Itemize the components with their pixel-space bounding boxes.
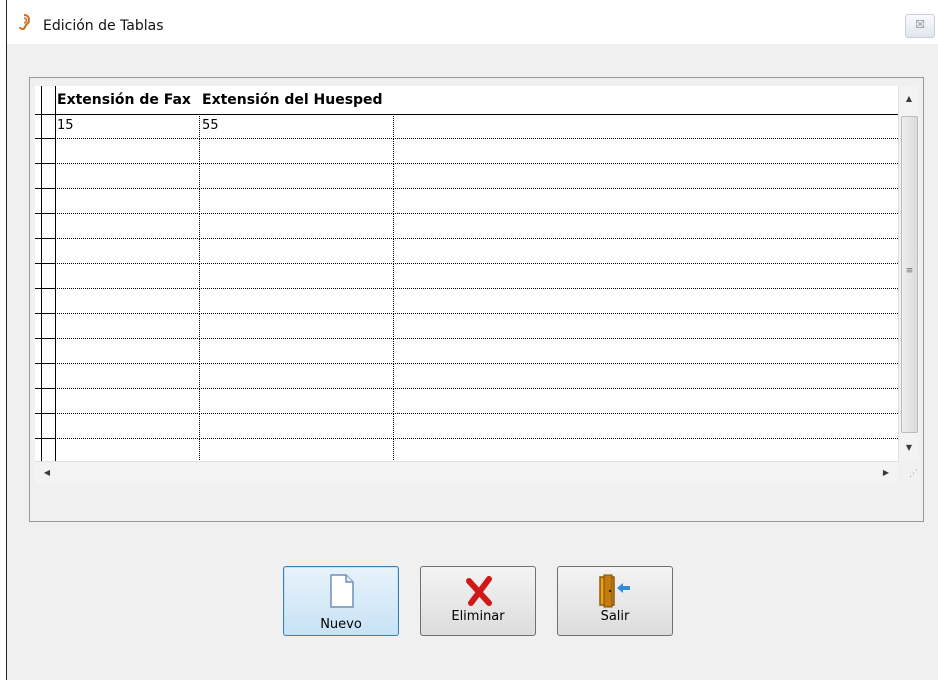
cell-extension-huesped[interactable] xyxy=(200,139,394,164)
cell-extension-huesped[interactable] xyxy=(200,239,394,264)
table-row[interactable] xyxy=(55,289,898,314)
table-row[interactable] xyxy=(55,339,898,364)
cell-extension-fax[interactable] xyxy=(55,139,200,164)
cell-extension-fax[interactable] xyxy=(55,439,200,461)
table-row[interactable] xyxy=(55,389,898,414)
window-title: Edición de Tablas xyxy=(43,18,164,34)
eliminar-label: Eliminar xyxy=(451,609,505,624)
exit-door-icon xyxy=(599,574,630,608)
grip-icon: ≡ xyxy=(905,266,914,276)
table-row[interactable] xyxy=(55,164,898,189)
cell-extension-fax[interactable]: 15 xyxy=(55,114,200,139)
row-indicator-column xyxy=(35,86,56,461)
row-indicator-line xyxy=(35,438,55,439)
cell-extension-huesped[interactable]: 55 xyxy=(200,114,394,139)
cell-extension-huesped[interactable] xyxy=(200,214,394,239)
resize-grip-icon: ⋰ xyxy=(898,461,918,483)
new-document-icon xyxy=(330,574,354,608)
row-indicator-line xyxy=(35,288,55,289)
cell-extension-huesped[interactable] xyxy=(200,439,394,461)
column-header-extension-huesped[interactable]: Extensión del Huesped xyxy=(200,86,396,114)
title-bar: Edición de Tablas ☒ xyxy=(6,0,938,44)
table-row[interactable] xyxy=(55,314,898,339)
salir-label: Salir xyxy=(600,609,630,624)
red-x-delete-icon xyxy=(466,576,492,606)
cell-extension-huesped[interactable] xyxy=(200,289,394,314)
close-icon: ☒ xyxy=(915,18,925,31)
column-header-extension-fax[interactable]: Extensión de Fax xyxy=(55,86,200,114)
table-row[interactable] xyxy=(55,239,898,264)
table-row[interactable] xyxy=(55,189,898,214)
grid-header: Extensión de Fax Extensión del Huesped xyxy=(35,86,898,115)
row-indicator-line xyxy=(35,388,55,389)
salir-button[interactable]: Salir xyxy=(557,566,673,636)
close-button[interactable]: ☒ xyxy=(905,14,935,38)
cell-extension-fax[interactable] xyxy=(55,389,200,414)
window-content: Extensión de Fax Extensión del Huesped 1… xyxy=(6,44,938,680)
cell-extension-fax[interactable] xyxy=(55,164,200,189)
cell-extension-fax[interactable] xyxy=(55,189,200,214)
cell-extension-huesped[interactable] xyxy=(200,364,394,389)
cell-extension-fax[interactable] xyxy=(55,314,200,339)
table-row[interactable] xyxy=(55,414,898,439)
row-indicator-line xyxy=(35,138,55,139)
nuevo-button[interactable]: Nuevo xyxy=(283,566,399,636)
table-row[interactable] xyxy=(55,264,898,289)
row-indicator-line xyxy=(35,188,55,189)
table-row[interactable] xyxy=(55,139,898,164)
data-grid[interactable]: Extensión de Fax Extensión del Huesped 1… xyxy=(35,86,898,461)
horizontal-scrollbar[interactable]: ◀ ▶ xyxy=(35,461,898,484)
row-indicator-line xyxy=(35,263,55,264)
row-indicator-line xyxy=(35,213,55,214)
cell-extension-fax[interactable] xyxy=(55,289,200,314)
row-indicator-line xyxy=(35,363,55,364)
cell-extension-huesped[interactable] xyxy=(200,339,394,364)
cell-extension-huesped[interactable] xyxy=(200,314,394,339)
cell-extension-fax[interactable] xyxy=(55,364,200,389)
cell-extension-fax[interactable] xyxy=(55,239,200,264)
cell-extension-fax[interactable] xyxy=(55,339,200,364)
edicion-de-tablas-window: Edición de Tablas ☒ Extensión de Fax Ext… xyxy=(0,0,938,680)
cell-extension-fax[interactable] xyxy=(55,264,200,289)
table-row[interactable]: 15 55 xyxy=(55,114,898,139)
table-row[interactable] xyxy=(55,364,898,389)
nuevo-label: Nuevo xyxy=(320,617,362,632)
cell-extension-fax[interactable] xyxy=(55,214,200,239)
cell-extension-huesped[interactable] xyxy=(200,389,394,414)
scroll-up-arrow-icon[interactable]: ▲ xyxy=(899,88,919,110)
cell-extension-huesped[interactable] xyxy=(200,189,394,214)
cell-extension-huesped[interactable] xyxy=(200,414,394,439)
row-indicator-line xyxy=(35,413,55,414)
cell-extension-fax[interactable] xyxy=(55,414,200,439)
row-indicator-line xyxy=(35,313,55,314)
scroll-right-arrow-icon[interactable]: ▶ xyxy=(876,462,896,484)
ear-icon xyxy=(19,14,31,30)
vertical-scroll-thumb[interactable]: ≡ xyxy=(901,116,918,433)
scroll-down-arrow-icon[interactable]: ▼ xyxy=(899,437,919,459)
scroll-left-arrow-icon[interactable]: ◀ xyxy=(37,462,57,484)
cell-extension-huesped[interactable] xyxy=(200,164,394,189)
row-indicator-line xyxy=(35,238,55,239)
row-indicator-line xyxy=(35,338,55,339)
row-indicator-line xyxy=(35,163,55,164)
vertical-scrollbar[interactable]: ▲ ≡ ▼ xyxy=(898,86,919,461)
table-row[interactable] xyxy=(55,439,898,461)
table-row[interactable] xyxy=(55,214,898,239)
cell-extension-huesped[interactable] xyxy=(200,264,394,289)
eliminar-button[interactable]: Eliminar xyxy=(420,566,536,636)
